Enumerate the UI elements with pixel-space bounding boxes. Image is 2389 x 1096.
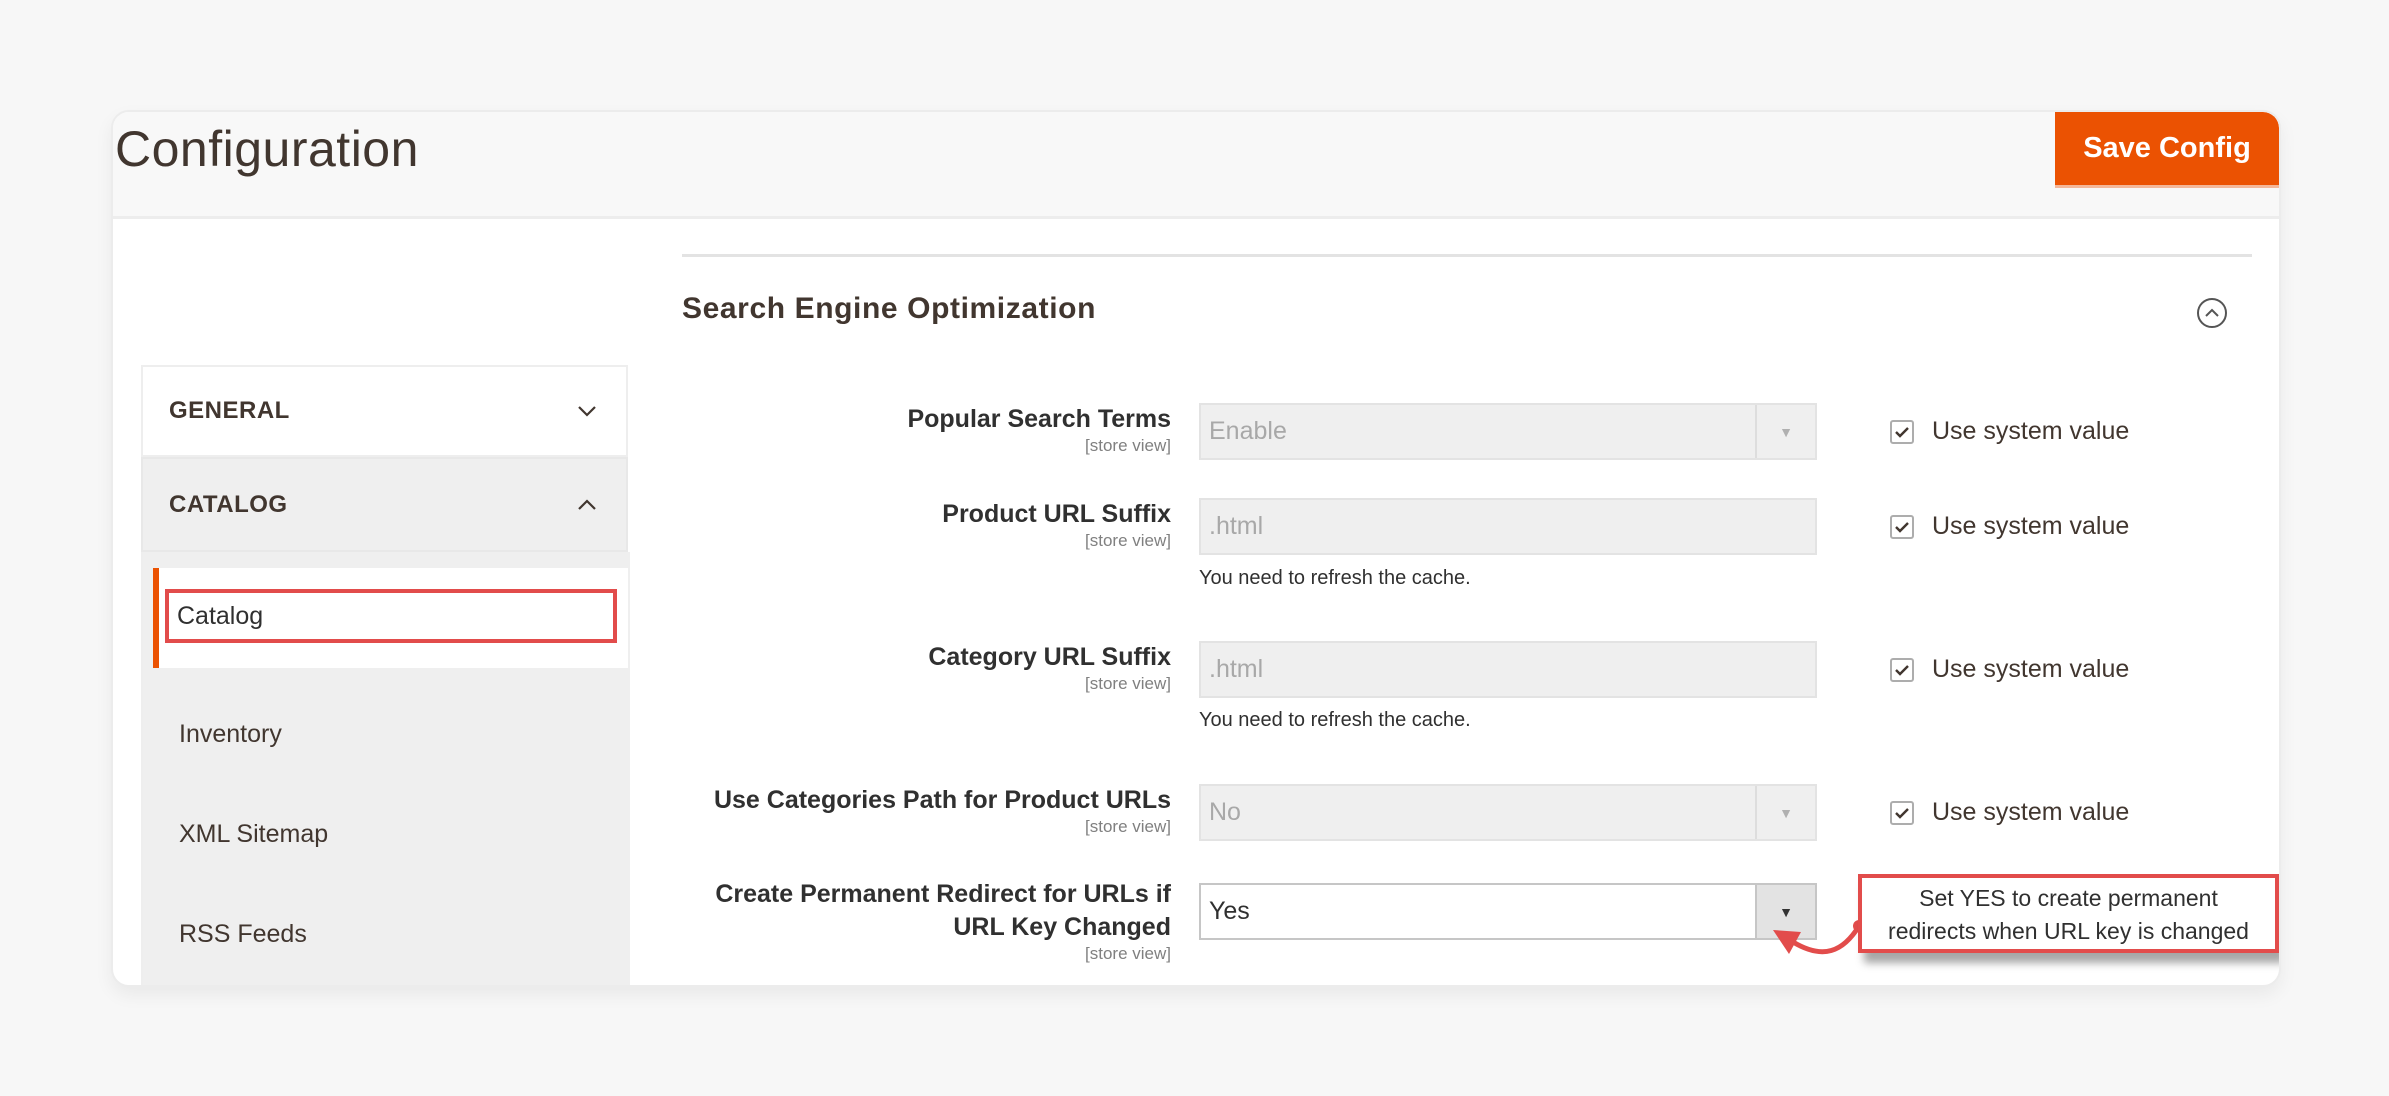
annotation-line: redirects when URL key is changed [1888, 918, 2249, 944]
use-system-value-use-categories-path[interactable]: Use system value [1890, 798, 2129, 827]
sidebar-item-label: Catalog [177, 601, 264, 630]
field-label: Product URL Suffix [942, 500, 1171, 528]
scope-label: [store view] [1085, 436, 1171, 455]
config-sidebar: GENERAL CATALOG Catalog Inventory XML Si… [141, 255, 630, 985]
chevron-down-icon [578, 406, 596, 417]
annotation-line: Set YES to create permanent [1919, 885, 2218, 911]
sidebar-item-catalog[interactable]: Catalog [165, 589, 617, 643]
page-header: Configuration Save Config [113, 112, 2279, 219]
sidebar-item-rss-feeds[interactable]: RSS Feeds [179, 920, 307, 949]
input-value: .html [1209, 655, 1264, 683]
sidebar-group-general[interactable]: GENERAL [141, 365, 628, 457]
select-value: Yes [1209, 897, 1250, 925]
field-label: Category URL Suffix [928, 643, 1171, 671]
sidebar-item-inventory[interactable]: Inventory [179, 720, 282, 749]
field-label-line2: URL Key Changed [953, 913, 1171, 941]
section-divider [682, 254, 2252, 257]
annotation-callout: Set YES to create permanent redirects wh… [1858, 874, 2279, 953]
select-value: Enable [1209, 417, 1287, 445]
annotation-arrow-icon [1773, 920, 1865, 955]
sidebar-group-catalog[interactable]: CATALOG [141, 457, 628, 552]
scope-label: [store view] [1085, 674, 1171, 693]
field-label-line1: Create Permanent Redirect for URLs if [715, 880, 1171, 908]
input-value: .html [1209, 512, 1264, 540]
checkbox-checked-icon[interactable] [1890, 800, 1914, 825]
checkbox-checked-icon[interactable] [1890, 419, 1914, 444]
field-label-create-permanent-redirect: Create Permanent Redirect for URLs if UR… [651, 878, 1171, 964]
refresh-cache-note: You need to refresh the cache. [1199, 567, 1471, 589]
checkbox-label: Use system value [1932, 798, 2130, 826]
page-title: Configuration [115, 121, 419, 177]
use-system-value-popular-search-terms[interactable]: Use system value [1890, 417, 2129, 446]
configuration-card: Configuration Save Config GENERAL CATALO… [111, 110, 2281, 987]
field-label-product-url-suffix: Product URL Suffix [store view] [651, 498, 1171, 551]
dropdown-arrow-icon: ▼ [1755, 786, 1815, 839]
field-label-use-categories-path: Use Categories Path for Product URLs [st… [651, 784, 1171, 837]
sidebar-item-xml-sitemap[interactable]: XML Sitemap [179, 820, 328, 849]
category-url-suffix-input[interactable]: .html [1199, 641, 1817, 698]
field-label: Popular Search Terms [907, 405, 1171, 433]
use-system-value-category-url-suffix[interactable]: Use system value [1890, 655, 2129, 684]
checkbox-label: Use system value [1932, 512, 2130, 540]
select-value: No [1209, 798, 1241, 826]
checkbox-checked-icon[interactable] [1890, 514, 1914, 539]
chevron-up-icon [578, 498, 596, 510]
section-title[interactable]: Search Engine Optimization [682, 292, 1096, 326]
field-label-popular-search-terms: Popular Search Terms [store view] [651, 403, 1171, 456]
checkbox-label: Use system value [1932, 655, 2130, 683]
use-system-value-product-url-suffix[interactable]: Use system value [1890, 512, 2129, 541]
use-categories-path-select[interactable]: No ▼ [1199, 784, 1817, 841]
popular-search-terms-select[interactable]: Enable ▼ [1199, 403, 1817, 460]
save-config-button[interactable]: Save Config [2055, 112, 2279, 188]
field-label-category-url-suffix: Category URL Suffix [store view] [651, 641, 1171, 694]
scope-label: [store view] [1085, 944, 1171, 963]
sidebar-group-label: CATALOG [169, 490, 288, 518]
chevron-up-circle-icon[interactable] [2196, 297, 2228, 329]
sidebar-group-label: GENERAL [169, 397, 290, 424]
refresh-cache-note: You need to refresh the cache. [1199, 709, 1471, 731]
create-permanent-redirect-select[interactable]: Yes ▼ [1199, 883, 1817, 940]
checkbox-label: Use system value [1932, 417, 2130, 445]
dropdown-arrow-icon: ▼ [1755, 405, 1815, 458]
scope-label: [store view] [1085, 531, 1171, 550]
checkbox-checked-icon[interactable] [1890, 657, 1914, 682]
scope-label: [store view] [1085, 817, 1171, 836]
product-url-suffix-input[interactable]: .html [1199, 498, 1817, 555]
field-label: Use Categories Path for Product URLs [713, 786, 1171, 814]
